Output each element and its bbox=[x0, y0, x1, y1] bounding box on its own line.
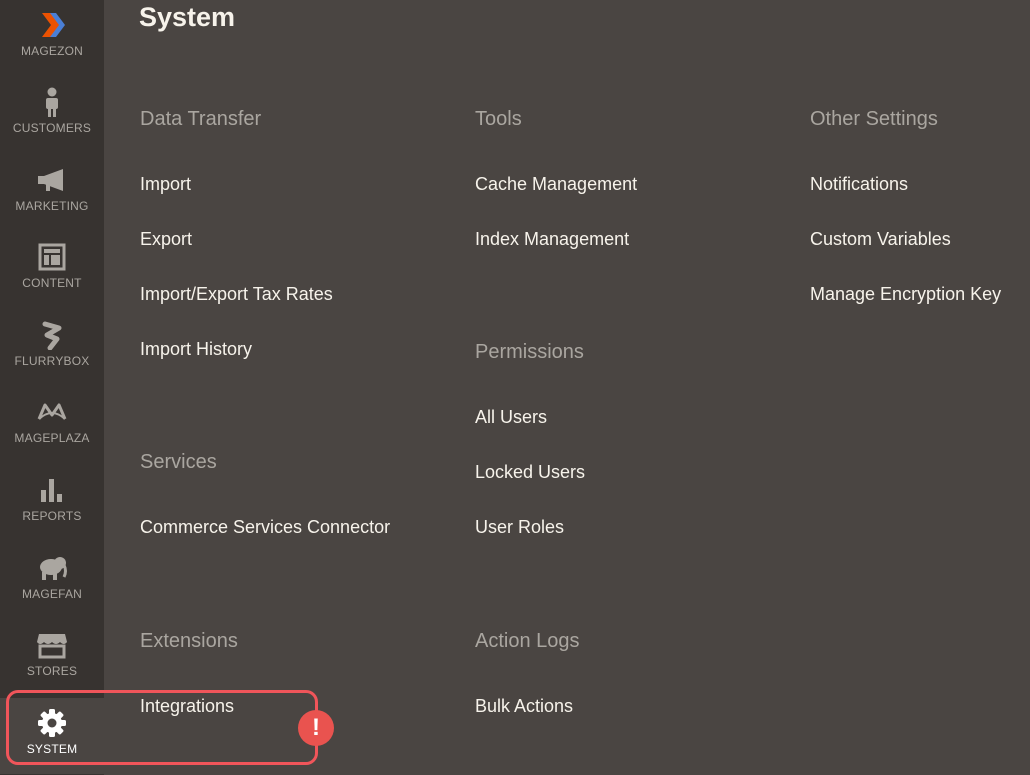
link-locked-users[interactable]: Locked Users bbox=[475, 462, 585, 483]
megaphone-icon bbox=[36, 165, 68, 195]
group-title-extensions: Extensions bbox=[140, 630, 238, 652]
alert-badge: ! bbox=[298, 710, 334, 746]
sidebar-item-reports[interactable]: REPORTS bbox=[0, 465, 104, 541]
link-import[interactable]: Import bbox=[140, 174, 191, 195]
group-title-tools: Tools bbox=[475, 108, 522, 130]
sidebar-item-label: STORES bbox=[26, 664, 78, 678]
sidebar-item-magezon[interactable]: MAGEZON bbox=[0, 0, 104, 76]
layout-icon bbox=[36, 242, 68, 272]
sidebar-item-marketing[interactable]: MARKETING bbox=[0, 155, 104, 231]
group-title-permissions: Permissions bbox=[475, 341, 584, 363]
sidebar-item-stores[interactable]: STORES bbox=[0, 620, 104, 696]
highlight-box bbox=[6, 690, 318, 765]
sidebar-item-customers[interactable]: CUSTOMERS bbox=[0, 77, 104, 153]
mageplaza-icon bbox=[36, 397, 68, 427]
sidebar-item-label: CONTENT bbox=[22, 276, 82, 290]
sidebar-item-label: FLURRYBOX bbox=[14, 354, 90, 368]
sidebar-item-label: MAGEFAN bbox=[21, 587, 83, 601]
sidebar-item-mageplaza[interactable]: MAGEPLAZA bbox=[0, 387, 104, 463]
sidebar-item-magefan[interactable]: MAGEFAN bbox=[0, 543, 104, 619]
sidebar-item-label: CUSTOMERS bbox=[12, 121, 92, 135]
link-user-roles[interactable]: User Roles bbox=[475, 517, 564, 538]
sidebar-item-label: REPORTS bbox=[22, 509, 82, 523]
link-notifications[interactable]: Notifications bbox=[810, 174, 908, 195]
sidebar-item-content[interactable]: CONTENT bbox=[0, 232, 104, 308]
group-title-other-settings: Other Settings bbox=[810, 108, 938, 130]
link-index-management[interactable]: Index Management bbox=[475, 229, 629, 250]
system-menu-panel: System Data Transfer Import Export Impor… bbox=[104, 0, 1030, 775]
person-icon bbox=[36, 87, 68, 117]
page-title: System bbox=[139, 2, 236, 32]
sidebar-item-flurrybox[interactable]: FLURRYBOX bbox=[0, 310, 104, 386]
sidebar-item-label: MAGEPLAZA bbox=[14, 431, 90, 445]
link-all-users[interactable]: All Users bbox=[475, 407, 547, 428]
link-custom-variables[interactable]: Custom Variables bbox=[810, 229, 951, 250]
sidebar-item-label: MARKETING bbox=[15, 199, 89, 213]
link-import-history[interactable]: Import History bbox=[140, 339, 252, 360]
link-export[interactable]: Export bbox=[140, 229, 192, 250]
link-import-export-tax-rates[interactable]: Import/Export Tax Rates bbox=[140, 284, 333, 305]
group-title-action-logs: Action Logs bbox=[475, 630, 580, 652]
admin-sidebar: MAGEZON CUSTOMERS MARKETING CONTENT FLUR… bbox=[0, 0, 104, 775]
elephant-icon bbox=[36, 553, 68, 583]
group-title-services: Services bbox=[140, 451, 217, 473]
link-bulk-actions[interactable]: Bulk Actions bbox=[475, 696, 573, 717]
link-manage-encryption-key[interactable]: Manage Encryption Key bbox=[810, 284, 1001, 305]
link-commerce-services-connector[interactable]: Commerce Services Connector bbox=[140, 517, 390, 538]
group-title-data-transfer: Data Transfer bbox=[140, 108, 262, 130]
magezon-logo-icon bbox=[36, 10, 68, 40]
link-cache-management[interactable]: Cache Management bbox=[475, 174, 637, 195]
sidebar-item-label: MAGEZON bbox=[20, 44, 84, 58]
store-icon bbox=[36, 630, 68, 660]
flurrybox-icon bbox=[36, 320, 68, 350]
bar-chart-icon bbox=[36, 475, 68, 505]
